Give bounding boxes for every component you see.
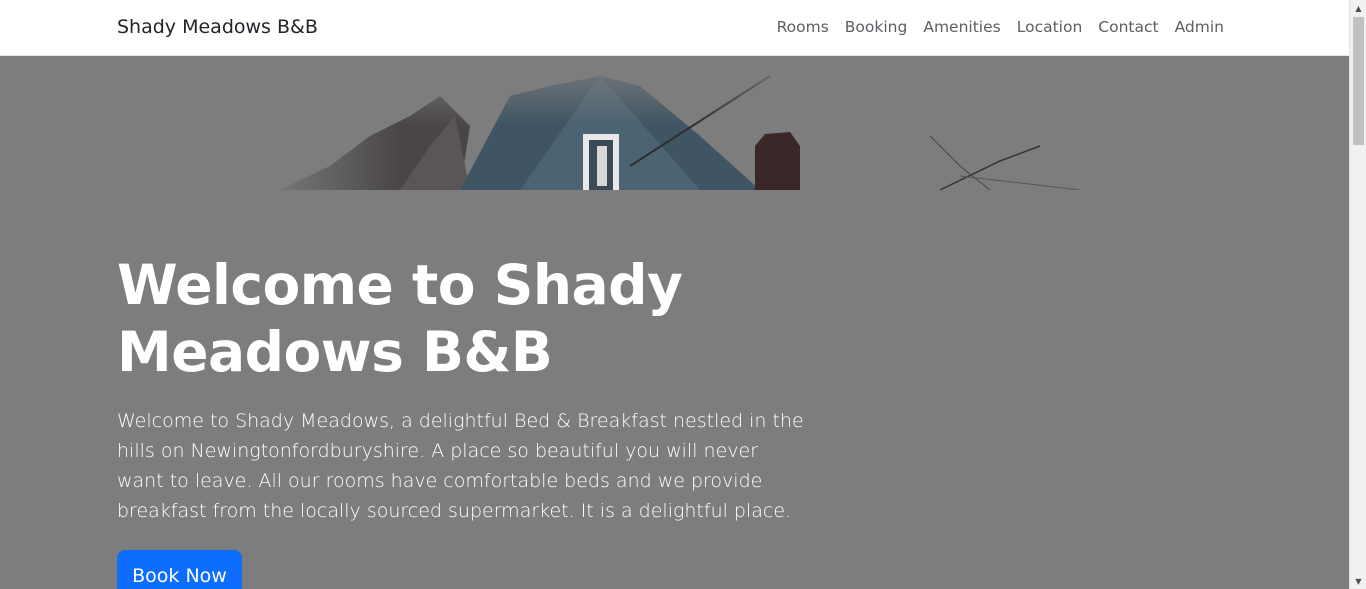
page: Shady Meadows B&B Rooms Booking Amenitie… [0, 0, 1349, 589]
navbar: Shady Meadows B&B Rooms Booking Amenitie… [0, 0, 1349, 56]
vertical-scrollbar[interactable]: ▲ ▼ [1349, 0, 1366, 589]
hero-section: Welcome to Shady Meadows B&B Welcome to … [0, 56, 1349, 589]
nav-link-location[interactable]: Location [1009, 18, 1091, 36]
nav-link-admin[interactable]: Admin [1167, 18, 1224, 36]
hero-title: Welcome to Shady Meadows B&B [117, 253, 683, 384]
scroll-up-icon[interactable]: ▲ [1350, 0, 1366, 16]
nav-link-booking[interactable]: Booking [837, 18, 916, 36]
book-now-button[interactable]: Book Now [117, 550, 242, 589]
nav-link-contact[interactable]: Contact [1090, 18, 1166, 36]
hero-house-image [0, 56, 1349, 190]
scroll-thumb[interactable] [1353, 17, 1364, 145]
brand-logo-link[interactable]: Shady Meadows B&B [117, 16, 318, 38]
nav-links: Rooms Booking Amenities Location Contact… [769, 18, 1224, 36]
nav-link-amenities[interactable]: Amenities [915, 18, 1008, 36]
scroll-down-icon[interactable]: ▼ [1350, 573, 1366, 589]
nav-link-rooms[interactable]: Rooms [769, 18, 837, 36]
hero-description: Welcome to Shady Meadows, a delightful B… [117, 410, 804, 522]
